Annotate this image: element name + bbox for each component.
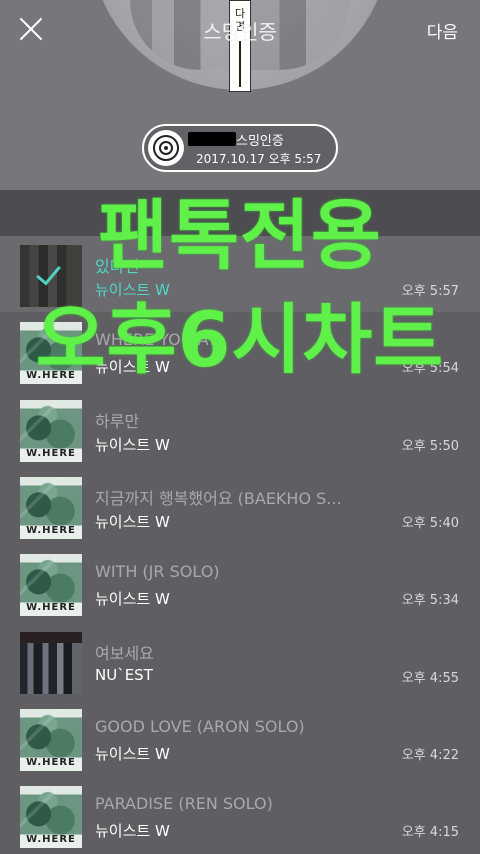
play-time: 오후 5:54 bbox=[401, 361, 459, 376]
song-artist: NU`EST bbox=[95, 666, 153, 684]
album-art: W.HERE bbox=[20, 709, 82, 771]
play-time: 오후 4:15 bbox=[401, 825, 459, 840]
song-title: GOOD LOVE (ARON SOLO) bbox=[95, 717, 305, 736]
badge-datetime: 2017.10.17 오후 5:57 bbox=[196, 152, 322, 166]
song-title: PARADISE (REN SOLO) bbox=[95, 794, 273, 813]
album-art: W.HERE bbox=[20, 400, 82, 462]
album-art: W.HERE bbox=[20, 322, 82, 384]
header: 다면 스밍인증 다음 스밍인증 2017.10.17 오후 5:57 bbox=[0, 0, 480, 190]
album-art-text: W.HERE bbox=[26, 602, 76, 613]
song-row[interactable]: 있다면뉴이스트 W 오후 5:57 bbox=[0, 236, 480, 312]
song-artist: 뉴이스트 W bbox=[95, 822, 170, 840]
song-row[interactable]: W.HERE PARADISE (REN SOLO) 뉴이스트 W 오후 4:15 bbox=[0, 777, 480, 853]
album-art-text: W.HERE bbox=[26, 757, 76, 768]
song-artist: 뉴이스트 W bbox=[95, 436, 170, 454]
album-spine-line bbox=[239, 41, 241, 87]
play-time: 오후 5:50 bbox=[401, 439, 459, 454]
song-artist: 뉴이스트 W bbox=[95, 358, 170, 376]
album-art bbox=[20, 632, 82, 694]
album-art: W.HERE bbox=[20, 554, 82, 616]
play-time: 오후 5:34 bbox=[401, 593, 459, 608]
song-artist: 뉴이스트 W bbox=[95, 513, 170, 531]
song-artist: 뉴이스트 W bbox=[95, 745, 170, 763]
song-artist: 뉴이스트 W bbox=[95, 281, 170, 299]
album-art: W.HERE bbox=[20, 477, 82, 539]
song-row[interactable]: W.HERE GOOD LOVE (ARON SOLO) 뉴이스트 W 오후 4:22 bbox=[0, 700, 480, 776]
play-time: 오후 4:55 bbox=[401, 671, 459, 686]
list-hint bbox=[0, 190, 480, 236]
song-artist: 뉴이스트 W bbox=[95, 590, 170, 608]
next-button[interactable]: 다음 bbox=[427, 18, 458, 43]
album-art-text: W.HERE bbox=[26, 834, 76, 845]
redacted-name bbox=[188, 132, 236, 146]
album-spine: 다면 bbox=[229, 0, 251, 92]
song-row[interactable]: W.HERE 지금까지 행복했어요 (BAEKHO S... 뉴이스트 W 오후 5:… bbox=[0, 468, 480, 544]
song-title: 하루만 bbox=[95, 412, 140, 431]
song-title: WITH (JR SOLO) bbox=[95, 562, 220, 581]
album-art-text: W.HERE bbox=[26, 448, 76, 459]
badge-label: 스밍인증 bbox=[236, 134, 284, 149]
play-time: 오후 5:40 bbox=[401, 516, 459, 531]
song-title: 여보세요 bbox=[95, 644, 154, 663]
streaming-proof-badge: 스밍인증 2017.10.17 오후 5:57 bbox=[142, 124, 338, 172]
song-row[interactable]: W.HERE 하루만뉴이스트 W 오후 5:50 bbox=[0, 391, 480, 467]
album-art-text: W.HERE bbox=[26, 525, 76, 536]
song-title: WHERE YOU AT bbox=[95, 330, 218, 349]
page-title: 스밍인증 bbox=[203, 20, 277, 44]
album-art-text: W.HERE bbox=[26, 370, 76, 381]
album-art: W.HERE bbox=[20, 786, 82, 848]
checkmark-icon bbox=[20, 245, 82, 307]
album-art bbox=[20, 245, 82, 307]
play-time: 오후 4:22 bbox=[401, 748, 459, 763]
song-title: 지금까지 행복했어요 (BAEKHO S... bbox=[95, 489, 342, 508]
song-row[interactable]: W.HERE WITH (JR SOLO) 뉴이스트 W 오후 5:34 bbox=[0, 545, 480, 621]
song-row[interactable]: 여보세요 NU`EST 오후 4:55 bbox=[0, 623, 480, 699]
song-title: 있다면 bbox=[95, 257, 140, 276]
play-time: 오후 5:57 bbox=[401, 284, 459, 299]
song-row[interactable]: W.HERE WHERE YOU AT 뉴이스트 W 오후 5:54 bbox=[0, 313, 480, 389]
disc-icon bbox=[148, 130, 184, 166]
